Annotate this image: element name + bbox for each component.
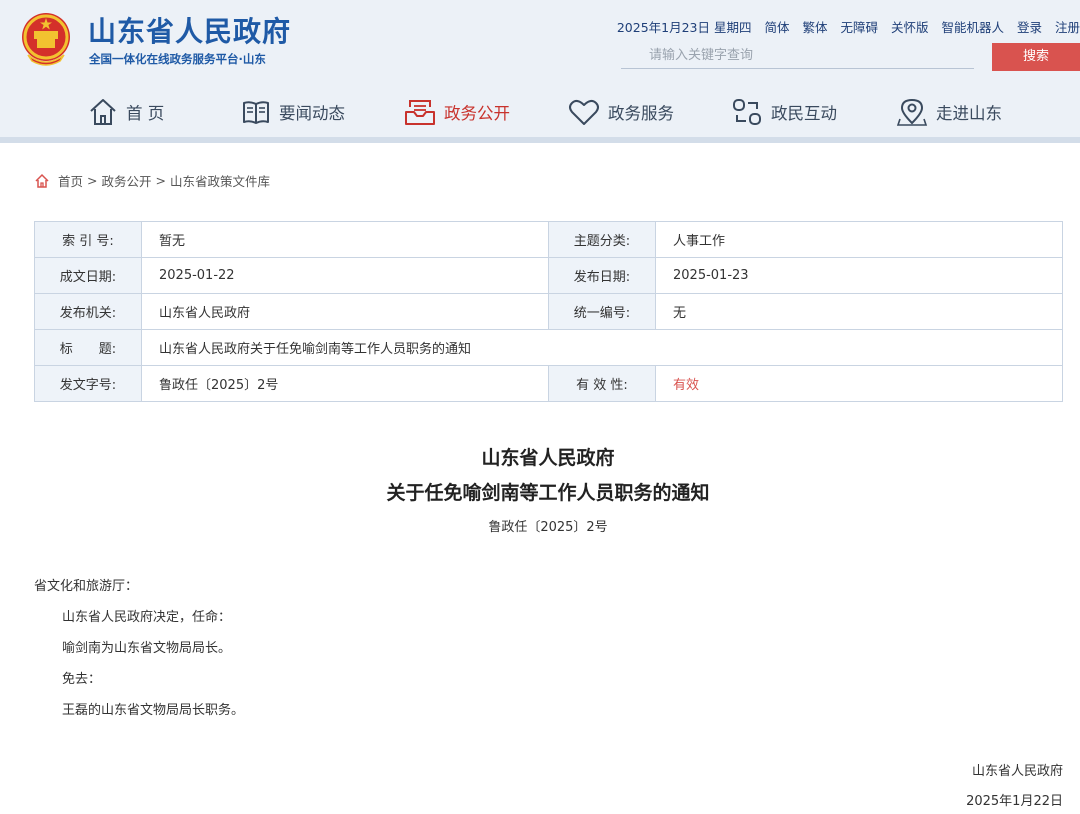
- nav-item-gov-services[interactable]: 政务服务: [568, 94, 674, 130]
- search-input[interactable]: [621, 42, 974, 69]
- meta-row: 标 题: 山东省人民政府关于任免喻剑南等工作人员职务的通知: [34, 329, 1063, 366]
- site-header: 山东省人民政府 全国一体化在线政务服务平台·山东 2025年1月23日 星期四 …: [0, 0, 1080, 143]
- breadcrumb-separator: >: [87, 173, 98, 188]
- interaction-icon: [733, 99, 761, 125]
- issuer-label: 发布机关:: [34, 293, 142, 330]
- sign-date: 2025年1月22日: [966, 794, 1063, 809]
- current-date: 2025年1月23日 星期四: [616, 20, 752, 35]
- nav-item-gov-affairs[interactable]: 政务公开: [404, 94, 510, 130]
- index-value: 暂无: [141, 221, 549, 258]
- published-date-value: 2025-01-23: [655, 257, 1063, 294]
- main-nav: 首 页 要闻动态 政务公开 政务服务 政民互动 走进山东: [0, 90, 1080, 134]
- validity-value: 有效: [655, 365, 1063, 402]
- heart-icon: [569, 99, 599, 125]
- document-meta-table: 索 引 号: 暂无 主题分类: 人事工作 成文日期: 2025-01-22 发布…: [34, 221, 1063, 402]
- body-paragraph: 免去：: [62, 672, 102, 687]
- body-paragraph: 喻剑南为山东省文物局局长。: [62, 641, 232, 656]
- document-title-line2: 关于任免喻剑南等工作人员职务的通知: [386, 482, 710, 504]
- created-date-value: 2025-01-22: [141, 257, 549, 294]
- document-number: 鲁政任〔2025〕2号: [488, 520, 608, 535]
- body-paragraph: 王磊的山东省文物局局长职务。: [62, 703, 245, 718]
- nav-item-shandong[interactable]: 走进山东: [896, 94, 1002, 130]
- breadcrumb-separator: >: [155, 173, 166, 188]
- nav-label-news: 要闻动态: [279, 104, 345, 123]
- topic-label: 主题分类:: [548, 221, 656, 258]
- unified-code-value: 无: [655, 293, 1063, 330]
- link-traditional[interactable]: 繁体: [802, 20, 827, 35]
- meta-row: 索 引 号: 暂无 主题分类: 人事工作: [34, 221, 1063, 258]
- recipient-line: 省文化和旅游厅：: [34, 579, 139, 594]
- book-icon: [243, 101, 269, 124]
- issuer-value: 山东省人民政府: [141, 293, 549, 330]
- unified-code-label: 统一编号:: [548, 293, 656, 330]
- body-paragraph: 山东省人民政府决定，任命：: [62, 610, 232, 625]
- link-accessibility[interactable]: 无障碍: [840, 20, 878, 35]
- breadcrumb: 首页 > 政务公开 > 山东省政策文件库: [34, 171, 270, 190]
- meta-row: 发布机关: 山东省人民政府 统一编号: 无: [34, 293, 1063, 330]
- link-chatbot[interactable]: 智能机器人: [941, 20, 1004, 35]
- meta-row: 发文字号: 鲁政任〔2025〕2号 有 效 性: 有效: [34, 365, 1063, 402]
- home-icon: [90, 99, 116, 125]
- nav-item-interaction[interactable]: 政民互动: [731, 94, 837, 130]
- search-button[interactable]: 搜索: [992, 43, 1080, 71]
- breadcrumb-home[interactable]: 首页: [58, 171, 83, 190]
- nav-label-gov-affairs: 政务公开: [444, 104, 510, 123]
- doc-number-label: 发文字号:: [34, 365, 142, 402]
- breadcrumb-policy-library[interactable]: 山东省政策文件库: [170, 171, 270, 190]
- link-register[interactable]: 注册: [1055, 20, 1080, 35]
- validity-label: 有 效 性:: [548, 365, 656, 402]
- meta-row: 成文日期: 2025-01-22 发布日期: 2025-01-23: [34, 257, 1063, 294]
- nav-label-interaction: 政民互动: [771, 104, 837, 123]
- national-emblem-icon: [22, 13, 70, 66]
- signer: 山东省人民政府: [971, 764, 1063, 779]
- link-login[interactable]: 登录: [1017, 20, 1042, 35]
- nav-label-home: 首 页: [126, 104, 165, 123]
- doc-number-value: 鲁政任〔2025〕2号: [141, 365, 549, 402]
- home-icon: [35, 173, 49, 188]
- nav-label-gov-services: 政务服务: [608, 104, 674, 123]
- published-date-label: 发布日期:: [548, 257, 656, 294]
- index-label: 索 引 号:: [34, 221, 142, 258]
- title-label: 标 题:: [34, 329, 142, 366]
- site-subtitle[interactable]: 全国一体化在线政务服务平台·山东: [89, 51, 266, 67]
- link-care-mode[interactable]: 关怀版: [891, 20, 929, 35]
- title-value: 山东省人民政府关于任免喻剑南等工作人员职务的通知: [141, 329, 1063, 366]
- topic-value: 人事工作: [655, 221, 1063, 258]
- main-content: 首页 > 政务公开 > 山东省政策文件库 索 引 号: 暂无 主题分类: 人事工…: [16, 143, 1080, 814]
- nav-item-home[interactable]: 首 页: [88, 94, 164, 130]
- document-title-line1: 山东省人民政府: [481, 447, 615, 469]
- map-pin-icon: [896, 98, 928, 126]
- created-date-label: 成文日期:: [34, 257, 142, 294]
- nav-label-shandong: 走进山东: [936, 104, 1002, 123]
- site-title[interactable]: 山东省人民政府: [88, 10, 291, 50]
- top-links-bar: 2025年1月23日 星期四 简体 繁体 无障碍 关怀版 智能机器人 登录 注册: [617, 17, 1080, 36]
- inbox-icon: [405, 100, 435, 125]
- nav-item-news[interactable]: 要闻动态: [241, 94, 345, 130]
- link-simplified[interactable]: 简体: [764, 20, 789, 35]
- breadcrumb-gov-affairs[interactable]: 政务公开: [102, 171, 152, 190]
